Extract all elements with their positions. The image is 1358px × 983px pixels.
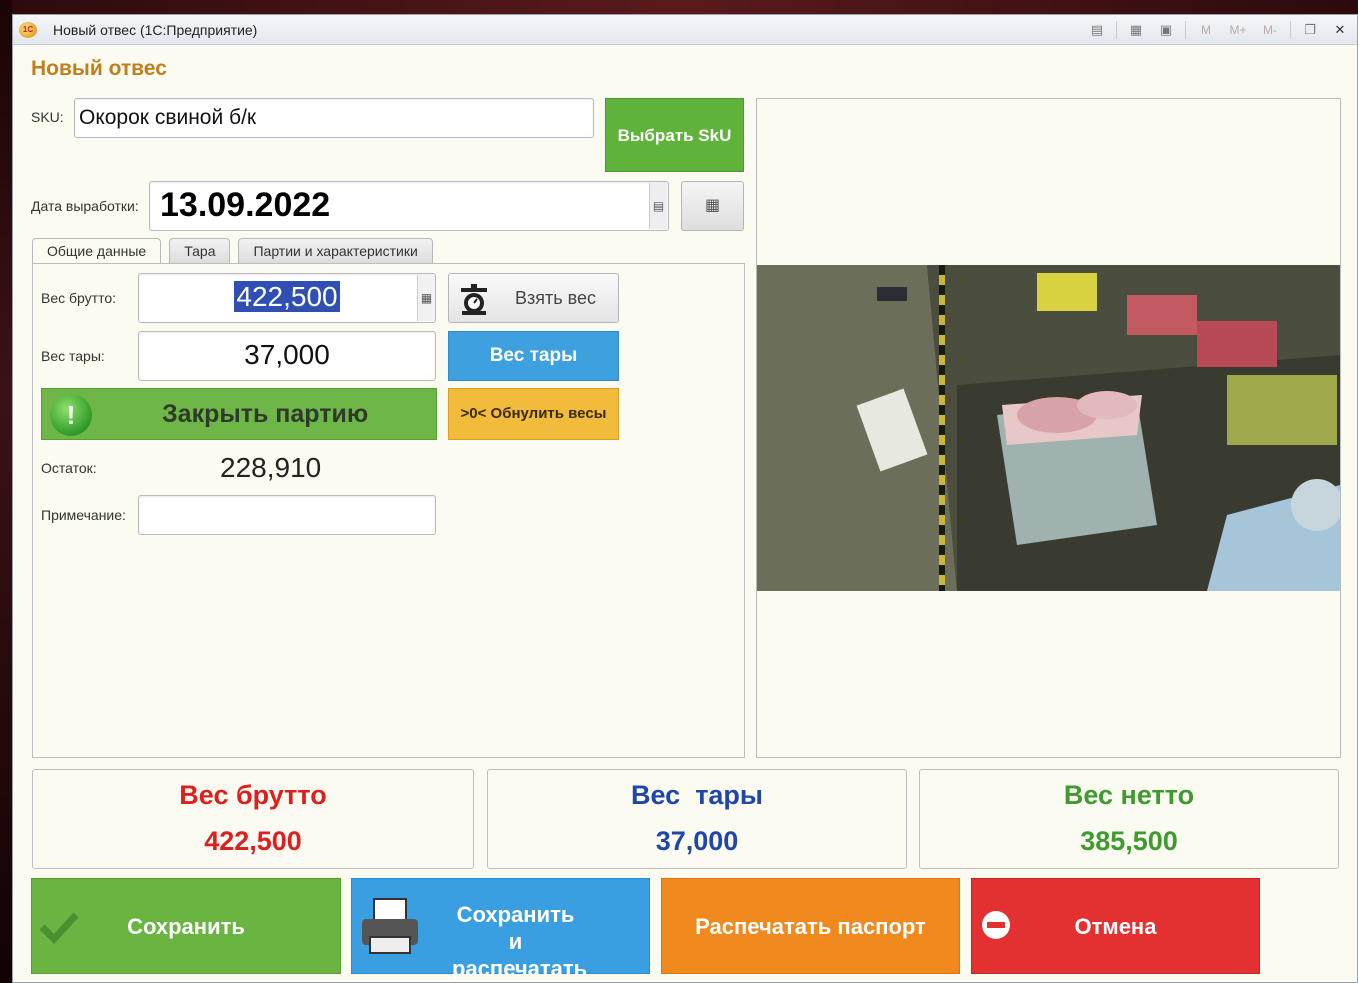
summary-gross-value: 422,500: [204, 826, 302, 856]
save-label: Сохранить: [127, 914, 245, 939]
calendar-button[interactable]: ▦: [681, 181, 744, 231]
calendar-icon[interactable]: ▣: [1155, 20, 1177, 40]
memory-m-button[interactable]: M: [1194, 20, 1218, 40]
restore-window-icon[interactable]: ❐: [1299, 20, 1321, 40]
take-weight-button[interactable]: Взять вес: [448, 273, 619, 323]
scale-icon: [461, 284, 487, 315]
toolbar-separator: [1116, 21, 1117, 39]
tare-weight-field[interactable]: 37,000: [138, 331, 436, 381]
form-title: Новый отвес: [31, 57, 167, 80]
title-bar-tools: ▤ ▦ ▣ M M+ M- ❐ ✕: [1086, 20, 1351, 40]
desktop-background-top: [0, 0, 1358, 14]
calendar-icon: ▦: [704, 197, 721, 214]
summary-net-value: 385,500: [1080, 826, 1178, 856]
production-date-field[interactable]: 13.09.2022: [149, 181, 669, 231]
summary-tare-value: 37,000: [655, 826, 739, 856]
close-window-icon[interactable]: ✕: [1329, 20, 1351, 40]
toolbar-separator: [1185, 21, 1186, 39]
document-icon[interactable]: ▤: [1086, 20, 1108, 40]
close-batch-button[interactable]: ! Закрыть партию: [41, 388, 437, 440]
sku-label: SKU:: [31, 109, 64, 125]
cancel-label: Отмена: [1074, 914, 1157, 939]
tab-batches[interactable]: Партии и характеристики: [238, 238, 433, 264]
save-button[interactable]: Сохранить: [31, 878, 341, 974]
choose-sku-button[interactable]: Выбрать SkU: [605, 98, 744, 172]
title-bar: 1C Новый отвес (1С:Предприятие) ▤ ▦ ▣ M …: [13, 15, 1357, 45]
calculator-icon[interactable]: ▦: [1125, 20, 1147, 40]
take-weight-label: Взять вес: [515, 288, 596, 308]
memory-minus-button[interactable]: M-: [1258, 20, 1282, 40]
summary-tare-card: Вес тары 37,000: [487, 769, 907, 869]
camera-feed-image: [757, 265, 1340, 591]
cancel-button[interactable]: Отмена: [971, 878, 1260, 974]
tab-tare[interactable]: Тара: [169, 238, 231, 264]
remainder-value: 228,910: [220, 452, 322, 483]
desktop-background-left: [0, 0, 12, 983]
toolbar-separator: [1290, 21, 1291, 39]
print-passport-label: Распечатать паспорт: [695, 914, 926, 939]
print-passport-button[interactable]: Распечатать паспорт: [661, 878, 960, 974]
tare-weight-button[interactable]: Вес тары: [448, 331, 619, 381]
warehouse-scene: [757, 265, 1340, 591]
date-label: Дата выработки:: [31, 198, 139, 214]
alert-icon: !: [50, 394, 92, 436]
tab-general[interactable]: Общие данные: [32, 238, 162, 266]
summary-gross-title: Вес брутто: [179, 780, 327, 810]
calculator-icon[interactable]: ▦: [417, 275, 435, 321]
close-batch-label: Закрыть партию: [162, 400, 369, 428]
tare-weight-label: Вес тары:: [41, 348, 105, 364]
summary-net-title: Вес нетто: [1063, 780, 1195, 810]
gross-weight-value: 422,500: [234, 281, 340, 312]
save-and-print-label: Сохранить и распечатать: [452, 902, 588, 981]
window-title: Новый отвес (1С:Предприятие): [53, 22, 258, 38]
summary-gross-card: Вес брутто 422,500: [32, 769, 474, 869]
gross-weight-label: Вес брутто:: [41, 290, 117, 306]
summary-tare-title: Вес тары: [631, 780, 763, 810]
save-and-print-button[interactable]: Сохранить и распечатать: [351, 878, 650, 981]
note-label: Примечание:: [41, 507, 126, 523]
reset-scale-button[interactable]: >0< Обнулить весы: [448, 388, 619, 440]
app-logo-icon: 1C: [19, 22, 37, 38]
note-field[interactable]: [138, 495, 436, 535]
tab-strip: Общие данные Тара Партии и характеристик…: [32, 238, 433, 266]
gross-weight-field[interactable]: 422,500: [138, 273, 436, 323]
sku-field[interactable]: Окорок свиной б/к: [74, 98, 594, 138]
remainder-label: Остаток:: [41, 460, 97, 476]
summary-net-card: Вес нетто 385,500: [919, 769, 1339, 869]
app-window: 1C Новый отвес (1С:Предприятие) ▤ ▦ ▣ M …: [12, 14, 1358, 983]
memory-plus-button[interactable]: M+: [1226, 20, 1250, 40]
date-picker-icon[interactable]: ▤: [649, 183, 667, 229]
